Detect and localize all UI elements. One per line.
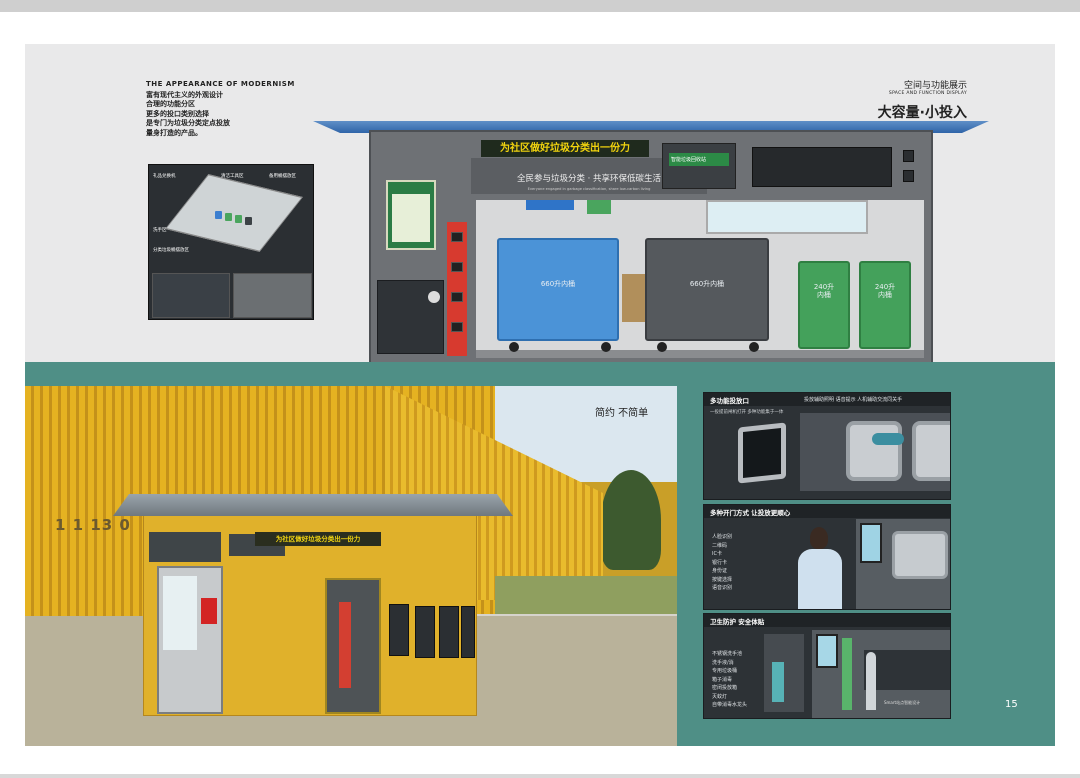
bin-label: 240升 内桶 (874, 283, 896, 299)
hygiene-kiosk (812, 630, 950, 718)
photo-tree (601, 470, 661, 570)
plan-thumbnail (233, 273, 312, 318)
section-title: 空间与功能展示 SPACE AND FUNCTION DISPLAY 大容量·小… (878, 78, 967, 122)
page-number: 15 (1005, 699, 1018, 710)
kiosk-red-column (339, 602, 351, 688)
intro-line: 更多的投口类别选择 (146, 109, 209, 118)
panel-hygiene: 卫生防护 安全体贴 不锈钢洗手池 洗手液/消 专用垃圾桶 箱子消毒 密闭投放箱 … (703, 613, 951, 719)
station-logo: 智能垃圾回收站 (669, 153, 729, 166)
plan-isometric (165, 174, 303, 252)
bin-label: 660升内桶 (689, 280, 725, 288)
red-slot-column (447, 222, 467, 356)
station-control-icon (903, 170, 914, 182)
panel-door-opening: 多种开门方式 让投放更顺心 人脸识别 二维码 IC卡 银行卡 身份证 按键选择 … (703, 504, 951, 610)
panel-title: 多种开门方式 让投放更顺心 (710, 509, 791, 517)
plan-bin (245, 217, 252, 225)
top-bar (0, 0, 1080, 12)
section-headline: 大容量·小投入 (877, 105, 967, 121)
floor-plan-image: 礼品兑换机 清洁工具区 备用桶摆放区 洗手区 分类垃圾桶摆放区 (148, 164, 314, 320)
bin-green-240l: 240升 内桶 (859, 261, 911, 349)
plan-label: 分类垃圾桶摆放区 (153, 248, 189, 253)
station-display-screen (752, 147, 892, 187)
station-poster (386, 180, 436, 250)
panel-title: 多功能投放口 (710, 397, 749, 405)
kiosk-vending-machine (157, 566, 223, 714)
interior-poster (706, 200, 868, 234)
panel-title: 卫生防护 安全体贴 (710, 618, 765, 626)
recycle-icon (428, 291, 440, 303)
kiosk-slogan: 为社区做好垃圾分类出一份力 (255, 532, 381, 546)
bin-label: 240升 内桶 (813, 283, 835, 299)
kiosk-sign (149, 532, 221, 562)
kiosk-slot (415, 606, 435, 658)
panel-feature-list: 不锈钢洗手池 洗手液/消 专用垃圾桶 箱子消毒 密闭投放箱 灭蚊灯 自带消毒水龙… (712, 651, 748, 708)
station-photo: 1 1 13 0 为社区做好垃圾分类出一份力 简约 不简单 (25, 386, 677, 746)
plan-bin (215, 211, 222, 219)
drop-port-frame (738, 422, 786, 484)
panel-note: 一投提前闸机打开 多种功能集于一体 (710, 410, 784, 415)
building-number: 1 1 13 0 (55, 516, 131, 534)
kiosk-slot (389, 604, 409, 656)
intro-heading: THE APPEARANCE OF MODERNISM (146, 80, 295, 88)
brochure-page: THE APPEARANCE OF MODERNISM 富有现代主义的外观设计 … (25, 44, 1055, 746)
plan-label: 备用桶摆放区 (269, 174, 296, 179)
station-slogan-banner: 为社区做好垃圾分类出一份力 (481, 140, 649, 157)
wash-station (764, 634, 804, 712)
plan-thumbnail (152, 273, 230, 318)
photo-caption: 简约 不简单 (595, 408, 649, 419)
panel-desc: 投放辅助照明 语音提示 人机辅助交流同关手 (804, 397, 903, 403)
bin-wheel (601, 342, 611, 352)
bin-wheel (749, 342, 759, 352)
vending-box (377, 280, 444, 354)
intro-line: 是专门为垃圾分类定点投放 (146, 119, 230, 127)
bin-green-240l: 240升 内桶 (798, 261, 850, 349)
intro-line: 富有现代主义的外观设计 (146, 90, 223, 99)
bin-blue-660l: 660升内桶 (497, 238, 619, 341)
panel-footnote: Smart站点智能设计 (884, 700, 921, 705)
bin-wheel (509, 342, 519, 352)
interior-shelf (526, 200, 574, 210)
bottom-bar (0, 774, 1080, 778)
station-control-icon (903, 150, 914, 162)
kiosk-slot (439, 606, 459, 658)
kiosk-photo: 为社区做好垃圾分类出一份力 (113, 494, 513, 716)
intro-text: THE APPEARANCE OF MODERNISM 富有现代主义的外观设计 … (146, 80, 296, 138)
intro-line: 合理的功能分区 (146, 100, 195, 108)
user-figure (792, 527, 850, 609)
plan-label: 洗手区 (153, 228, 167, 233)
bin-wheel (657, 342, 667, 352)
intro-line: 量身打造的产品。 (146, 128, 202, 137)
plan-label: 清洁工具区 (221, 174, 244, 179)
interior-door (622, 274, 646, 322)
plan-label: 礼品兑换机 (153, 174, 176, 179)
section-title-en: SPACE AND FUNCTION DISPLAY (888, 91, 967, 96)
kiosk-roof (113, 494, 513, 516)
bin-label: 660升内桶 (540, 280, 576, 288)
plan-bin (235, 215, 242, 223)
kiosk-door (325, 578, 381, 714)
interior-floor (476, 350, 924, 358)
door-kiosk (856, 519, 950, 609)
panel-feature-list: 人脸识别 二维码 IC卡 银行卡 身份证 按键选择 语音识别 (712, 534, 733, 591)
interior-shelf (587, 200, 611, 214)
section-title-cn: 空间与功能展示 (903, 81, 967, 91)
station-logo-screen: 智能垃圾回收站 (662, 143, 736, 189)
bin-grey-660l: 660升内桶 (645, 238, 769, 341)
drop-port-machine (800, 413, 950, 491)
plan-bin (225, 213, 232, 221)
panel-drop-port: 多功能投放口 投放辅助照明 语音提示 人机辅助交流同关手 一投提前闸机打开 多种… (703, 392, 951, 500)
kiosk-slot (461, 606, 475, 658)
